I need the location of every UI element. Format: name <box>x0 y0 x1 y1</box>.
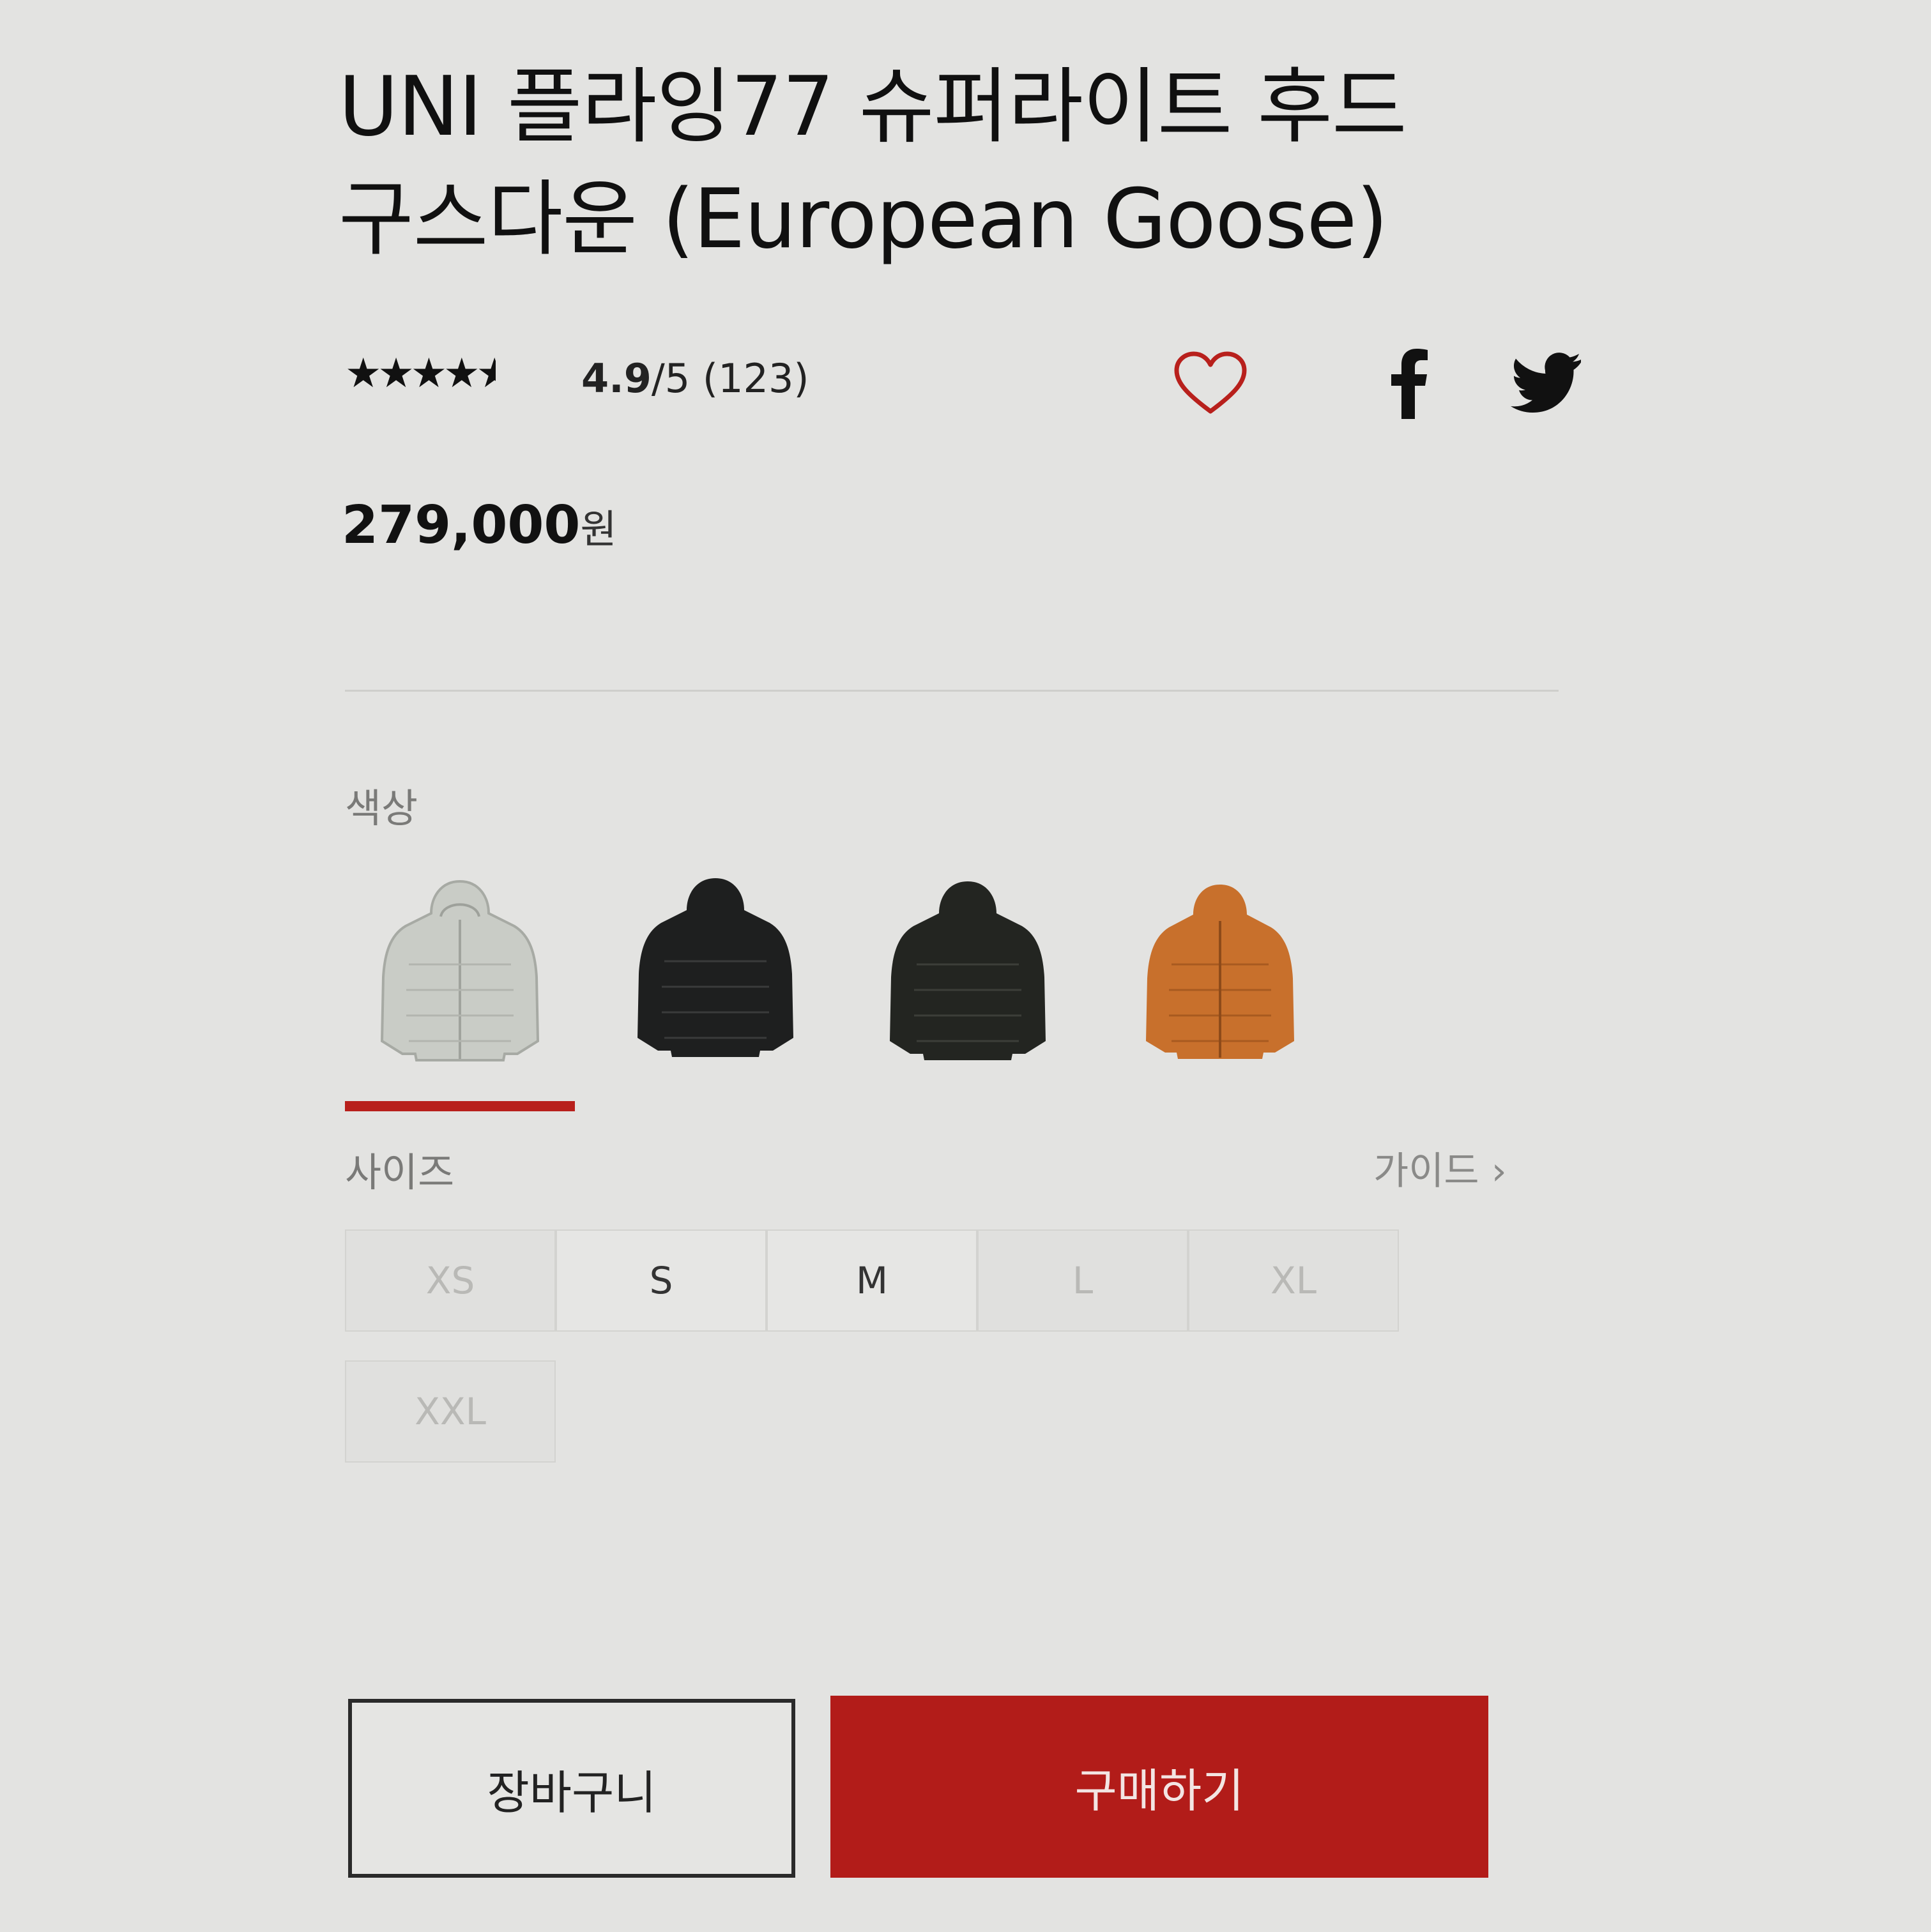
rating-max: /5 <box>651 355 691 402</box>
twitter-share-button[interactable] <box>1504 345 1587 422</box>
twitter-icon <box>1511 353 1581 413</box>
jacket-thumbnail-dark-olive <box>890 881 1046 1060</box>
size-option-m[interactable]: M <box>767 1229 977 1332</box>
size-guide-label: 가이드 <box>1373 1149 1479 1194</box>
color-swatch-orange[interactable] <box>1105 869 1335 1086</box>
wishlist-button[interactable] <box>1169 345 1252 422</box>
star-icon: ★ <box>443 350 480 397</box>
section-divider <box>345 690 1559 692</box>
price-unit: 원 <box>580 506 617 552</box>
size-guide-link[interactable]: 가이드 › <box>1373 1140 1507 1196</box>
star-icon: ★ <box>345 350 381 397</box>
star-icon: ★ <box>410 350 447 397</box>
color-swatch-list <box>345 869 1367 1111</box>
size-label: 사이즈 <box>345 1149 455 1196</box>
half-star-icon: ★ <box>476 350 496 397</box>
product-title-line-2: 구스다운 (European Goose) <box>339 172 1388 267</box>
rating-value: 4.9 <box>581 355 652 402</box>
color-label: 색상 <box>345 785 418 832</box>
size-option-l[interactable]: L <box>977 1229 1188 1332</box>
jacket-thumbnail-gray <box>380 879 540 1061</box>
size-option-xxl[interactable]: XXL <box>345 1360 556 1463</box>
buy-now-button[interactable]: 구매하기 <box>830 1696 1488 1878</box>
size-option-grid: XS S M L XL XXL <box>345 1229 1399 1485</box>
product-title-line-1: UNI 플라잉77 슈퍼라이트 후드 <box>339 59 1407 155</box>
chevron-right-icon: › <box>1491 1149 1507 1194</box>
heart-icon <box>1174 351 1247 414</box>
review-count: (123) <box>702 355 809 402</box>
size-option-xs[interactable]: XS <box>345 1229 556 1332</box>
facebook-share-button[interactable] <box>1383 345 1434 422</box>
size-option-s[interactable]: S <box>556 1229 767 1332</box>
price-amount: 279,000 <box>342 495 581 556</box>
product-title: UNI 플라잉77 슈퍼라이트 후드 구스다운 (European Goose) <box>339 51 1616 276</box>
facebook-icon <box>1391 349 1428 419</box>
size-option-xl[interactable]: XL <box>1188 1229 1399 1332</box>
color-swatch-light-gray[interactable] <box>345 869 575 1111</box>
product-price: 279,000원 <box>342 495 617 556</box>
color-swatch-dark-olive[interactable] <box>853 869 1083 1086</box>
rating-row: ★★★★★ 4.9/5 (123) <box>345 345 1581 422</box>
star-icon: ★ <box>378 350 414 397</box>
color-swatch-black[interactable] <box>600 869 830 1086</box>
star-rating: ★★★★★ <box>345 350 496 397</box>
rating-text[interactable]: 4.9/5 (123) <box>581 355 809 402</box>
jacket-thumbnail-black <box>637 878 793 1057</box>
product-detail-panel: UNI 플라잉77 슈퍼라이트 후드 구스다운 (European Goose)… <box>0 0 1931 1932</box>
add-to-cart-button[interactable]: 장바구니 <box>348 1699 795 1878</box>
jacket-thumbnail-orange <box>1146 885 1294 1059</box>
